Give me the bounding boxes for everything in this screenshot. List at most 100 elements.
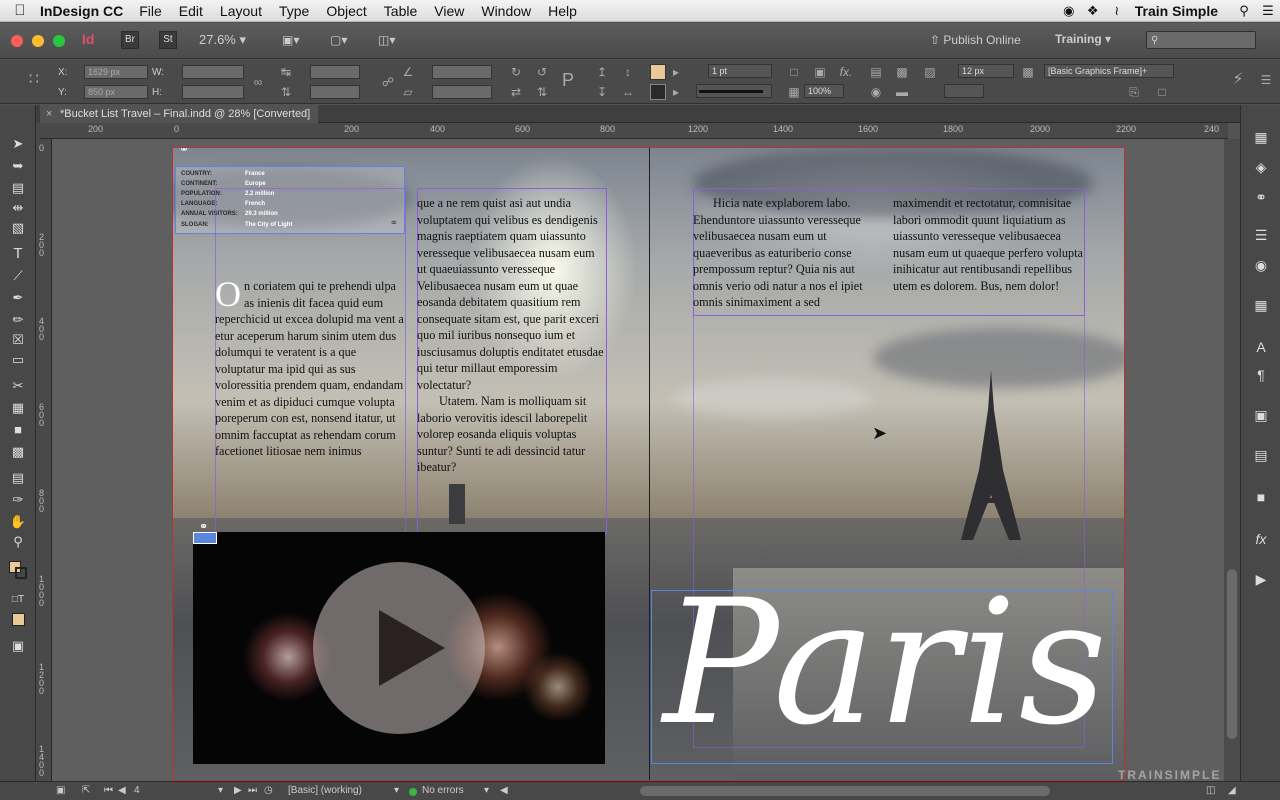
errors-menu-icon[interactable]: ▾ [484, 785, 489, 796]
selection-tool-icon[interactable]: ➤ [8, 135, 28, 153]
text-wrap-panel-icon[interactable]: ▤ [1251, 445, 1271, 465]
dropbox-icon[interactable]: ❖ [1081, 3, 1105, 19]
rotate-field[interactable] [432, 65, 492, 79]
fill-menu-icon[interactable]: ▸ [668, 64, 684, 80]
stroke-color-swatch[interactable] [15, 567, 27, 579]
gap-tool-icon[interactable]: ⇹ [8, 199, 28, 217]
menu-file[interactable]: File [139, 3, 162, 19]
publish-online-button[interactable]: ⇧ Publish Online [930, 30, 1021, 50]
reference-point-icon[interactable]: ∷ [26, 72, 42, 88]
stroke-swatch[interactable] [650, 84, 666, 100]
direct-selection-tool-icon[interactable]: ➥ [8, 157, 28, 175]
spotlight-search-icon[interactable]: ⚲ [1232, 3, 1256, 19]
auto-fit-icon[interactable]: ▨ [922, 64, 938, 80]
minimize-window-button[interactable] [32, 35, 44, 47]
stroke-align-icon[interactable]: □ [786, 64, 802, 80]
rectangle-frame-tool-icon[interactable]: ☒ [8, 331, 28, 349]
screen-mode-tool-icon[interactable]: ▣ [8, 637, 28, 655]
stroke-weight-field[interactable]: 1 pt [708, 64, 772, 78]
flip-horizontal-icon[interactable]: ⇄ [508, 84, 524, 100]
stroke-menu-icon[interactable]: ▸ [668, 84, 684, 100]
panel-menu-icon[interactable]: ☰ [1258, 72, 1274, 88]
select-previous-icon[interactable]: ↧ [594, 84, 610, 100]
free-transform-tool-icon[interactable]: ▦ [8, 399, 28, 417]
links-panel-icon[interactable]: ⚭ [1251, 187, 1271, 207]
opacity-field[interactable]: 100% [804, 84, 844, 98]
select-container-icon[interactable]: ↥ [594, 64, 610, 80]
x-position-field[interactable]: 1629 px [84, 65, 148, 79]
text-wrap-none-icon[interactable]: ▤ [868, 64, 884, 80]
menu-type[interactable]: Type [279, 3, 309, 19]
video-link-icon[interactable]: ⚭ [199, 520, 208, 533]
effects-fx-icon[interactable]: fx. [838, 64, 854, 80]
gradient-feather-tool-icon[interactable]: ▩ [8, 443, 28, 461]
pencil-tool-icon[interactable]: ✏ [8, 311, 28, 329]
user-name[interactable]: Train Simple [1135, 3, 1218, 19]
menu-edit[interactable]: Edit [179, 3, 203, 19]
play-icon[interactable] [379, 610, 445, 686]
frame-link-icon[interactable]: ⚭ [179, 148, 189, 156]
arrange-documents-icon[interactable]: ◫▾ [378, 30, 395, 50]
create-style-icon[interactable]: □ [1154, 84, 1170, 100]
flip-vertical-icon[interactable]: ⇅ [534, 84, 550, 100]
wifi-icon[interactable]: ≀ [1105, 3, 1129, 19]
menu-view[interactable]: View [434, 3, 464, 19]
vertical-scroll-thumb[interactable] [1227, 569, 1237, 739]
scale-y-icon[interactable]: ⇅ [278, 84, 294, 100]
height-field[interactable] [182, 85, 244, 99]
rectangle-tool-icon[interactable]: ▭ [8, 351, 28, 369]
video-frame[interactable] [193, 532, 605, 764]
body-column-4[interactable]: maximendit et rectotatur, comnisitae lab… [893, 195, 1083, 294]
line-tool-icon[interactable]: ⟋ [8, 267, 28, 285]
character-styles-icon[interactable]: A [1251, 337, 1271, 357]
split-window-icon[interactable]: ◫ [1206, 785, 1215, 796]
width-field[interactable] [182, 65, 244, 79]
creative-cloud-icon[interactable]: ◉ [1057, 3, 1081, 19]
pasteboard[interactable]: COUNTRY: CONTINENT: POPULATION: LANGUAGE… [52, 139, 1224, 781]
type-tool-icon[interactable]: T [8, 245, 28, 263]
stroke-type-select[interactable] [696, 84, 772, 98]
preview-mode-icon[interactable]: ▣ [56, 785, 65, 796]
zoom-window-button[interactable] [53, 35, 65, 47]
eyedropper-tool-icon[interactable]: ✑ [8, 491, 28, 509]
next-page-button[interactable]: ▶ [234, 785, 242, 796]
scroll-left-button[interactable]: ◀ [500, 785, 508, 796]
last-page-button[interactable]: ⏭ [248, 785, 257, 796]
screen-mode-icon[interactable]: ▢▾ [330, 30, 347, 50]
close-window-button[interactable] [11, 35, 23, 47]
table-panel-icon[interactable]: ▦ [1251, 295, 1271, 315]
vertical-ruler[interactable]: 0 2 0 0 4 0 0 6 0 0 8 0 0 1 0 0 0 1 2 0 … [36, 139, 52, 781]
preflight-profile-select[interactable]: [Basic] (working) [288, 785, 362, 796]
scale-x-field[interactable] [310, 65, 360, 79]
hand-tool-icon[interactable]: ✋ [8, 513, 28, 531]
workspace-switcher[interactable]: Training ▾ [1055, 29, 1111, 49]
app-menu[interactable]: InDesign CC [40, 3, 123, 19]
effects-panel-icon[interactable]: fx [1251, 529, 1271, 549]
gradient-panel-icon[interactable]: ■ [1251, 487, 1271, 507]
bridge-button[interactable]: Br [121, 31, 139, 49]
text-wrap-shape-icon[interactable]: ◉ [868, 84, 884, 100]
document-spread[interactable]: COUNTRY: CONTINENT: POPULATION: LANGUAGE… [172, 147, 1125, 781]
rotate-ccw-icon[interactable]: ↺ [534, 64, 550, 80]
vertical-scrollbar[interactable] [1224, 139, 1240, 781]
apple-icon[interactable]:  [0, 2, 40, 19]
object-style-select[interactable]: [Basic Graphics Frame]+ [1044, 64, 1174, 78]
close-tab-icon[interactable]: × [46, 105, 52, 123]
layers-panel-icon[interactable]: ◈ [1251, 157, 1271, 177]
body-column-1[interactable]: O n coriatem qui te prehendi ulpa as ini… [215, 276, 405, 460]
view-options-icon[interactable]: ▣▾ [282, 30, 299, 50]
headline-paris[interactable]: Paris [663, 568, 1109, 758]
rotate-cw-icon[interactable]: ↻ [508, 64, 524, 80]
apply-color-icon[interactable] [12, 613, 25, 626]
preflight-menu-icon[interactable]: ▾ [394, 785, 399, 796]
select-next-icon[interactable]: ↔ [620, 84, 636, 100]
scale-x-icon[interactable]: ↹ [278, 64, 294, 80]
page-tool-icon[interactable]: ▤ [8, 179, 28, 197]
stroke-panel-icon[interactable]: ☰ [1251, 225, 1271, 245]
shear-field[interactable] [432, 85, 492, 99]
shear-angle-icon[interactable]: ▱ [400, 84, 416, 100]
object-styles-icon[interactable]: ▣ [1251, 405, 1271, 425]
document-tab[interactable]: × *Bucket List Travel – Final.indd @ 28%… [40, 105, 319, 123]
horizontal-ruler[interactable]: 200 0 200 400 600 800 1200 1400 1600 180… [40, 123, 1228, 139]
text-wrap-bbox-icon[interactable]: ▩ [894, 64, 910, 80]
